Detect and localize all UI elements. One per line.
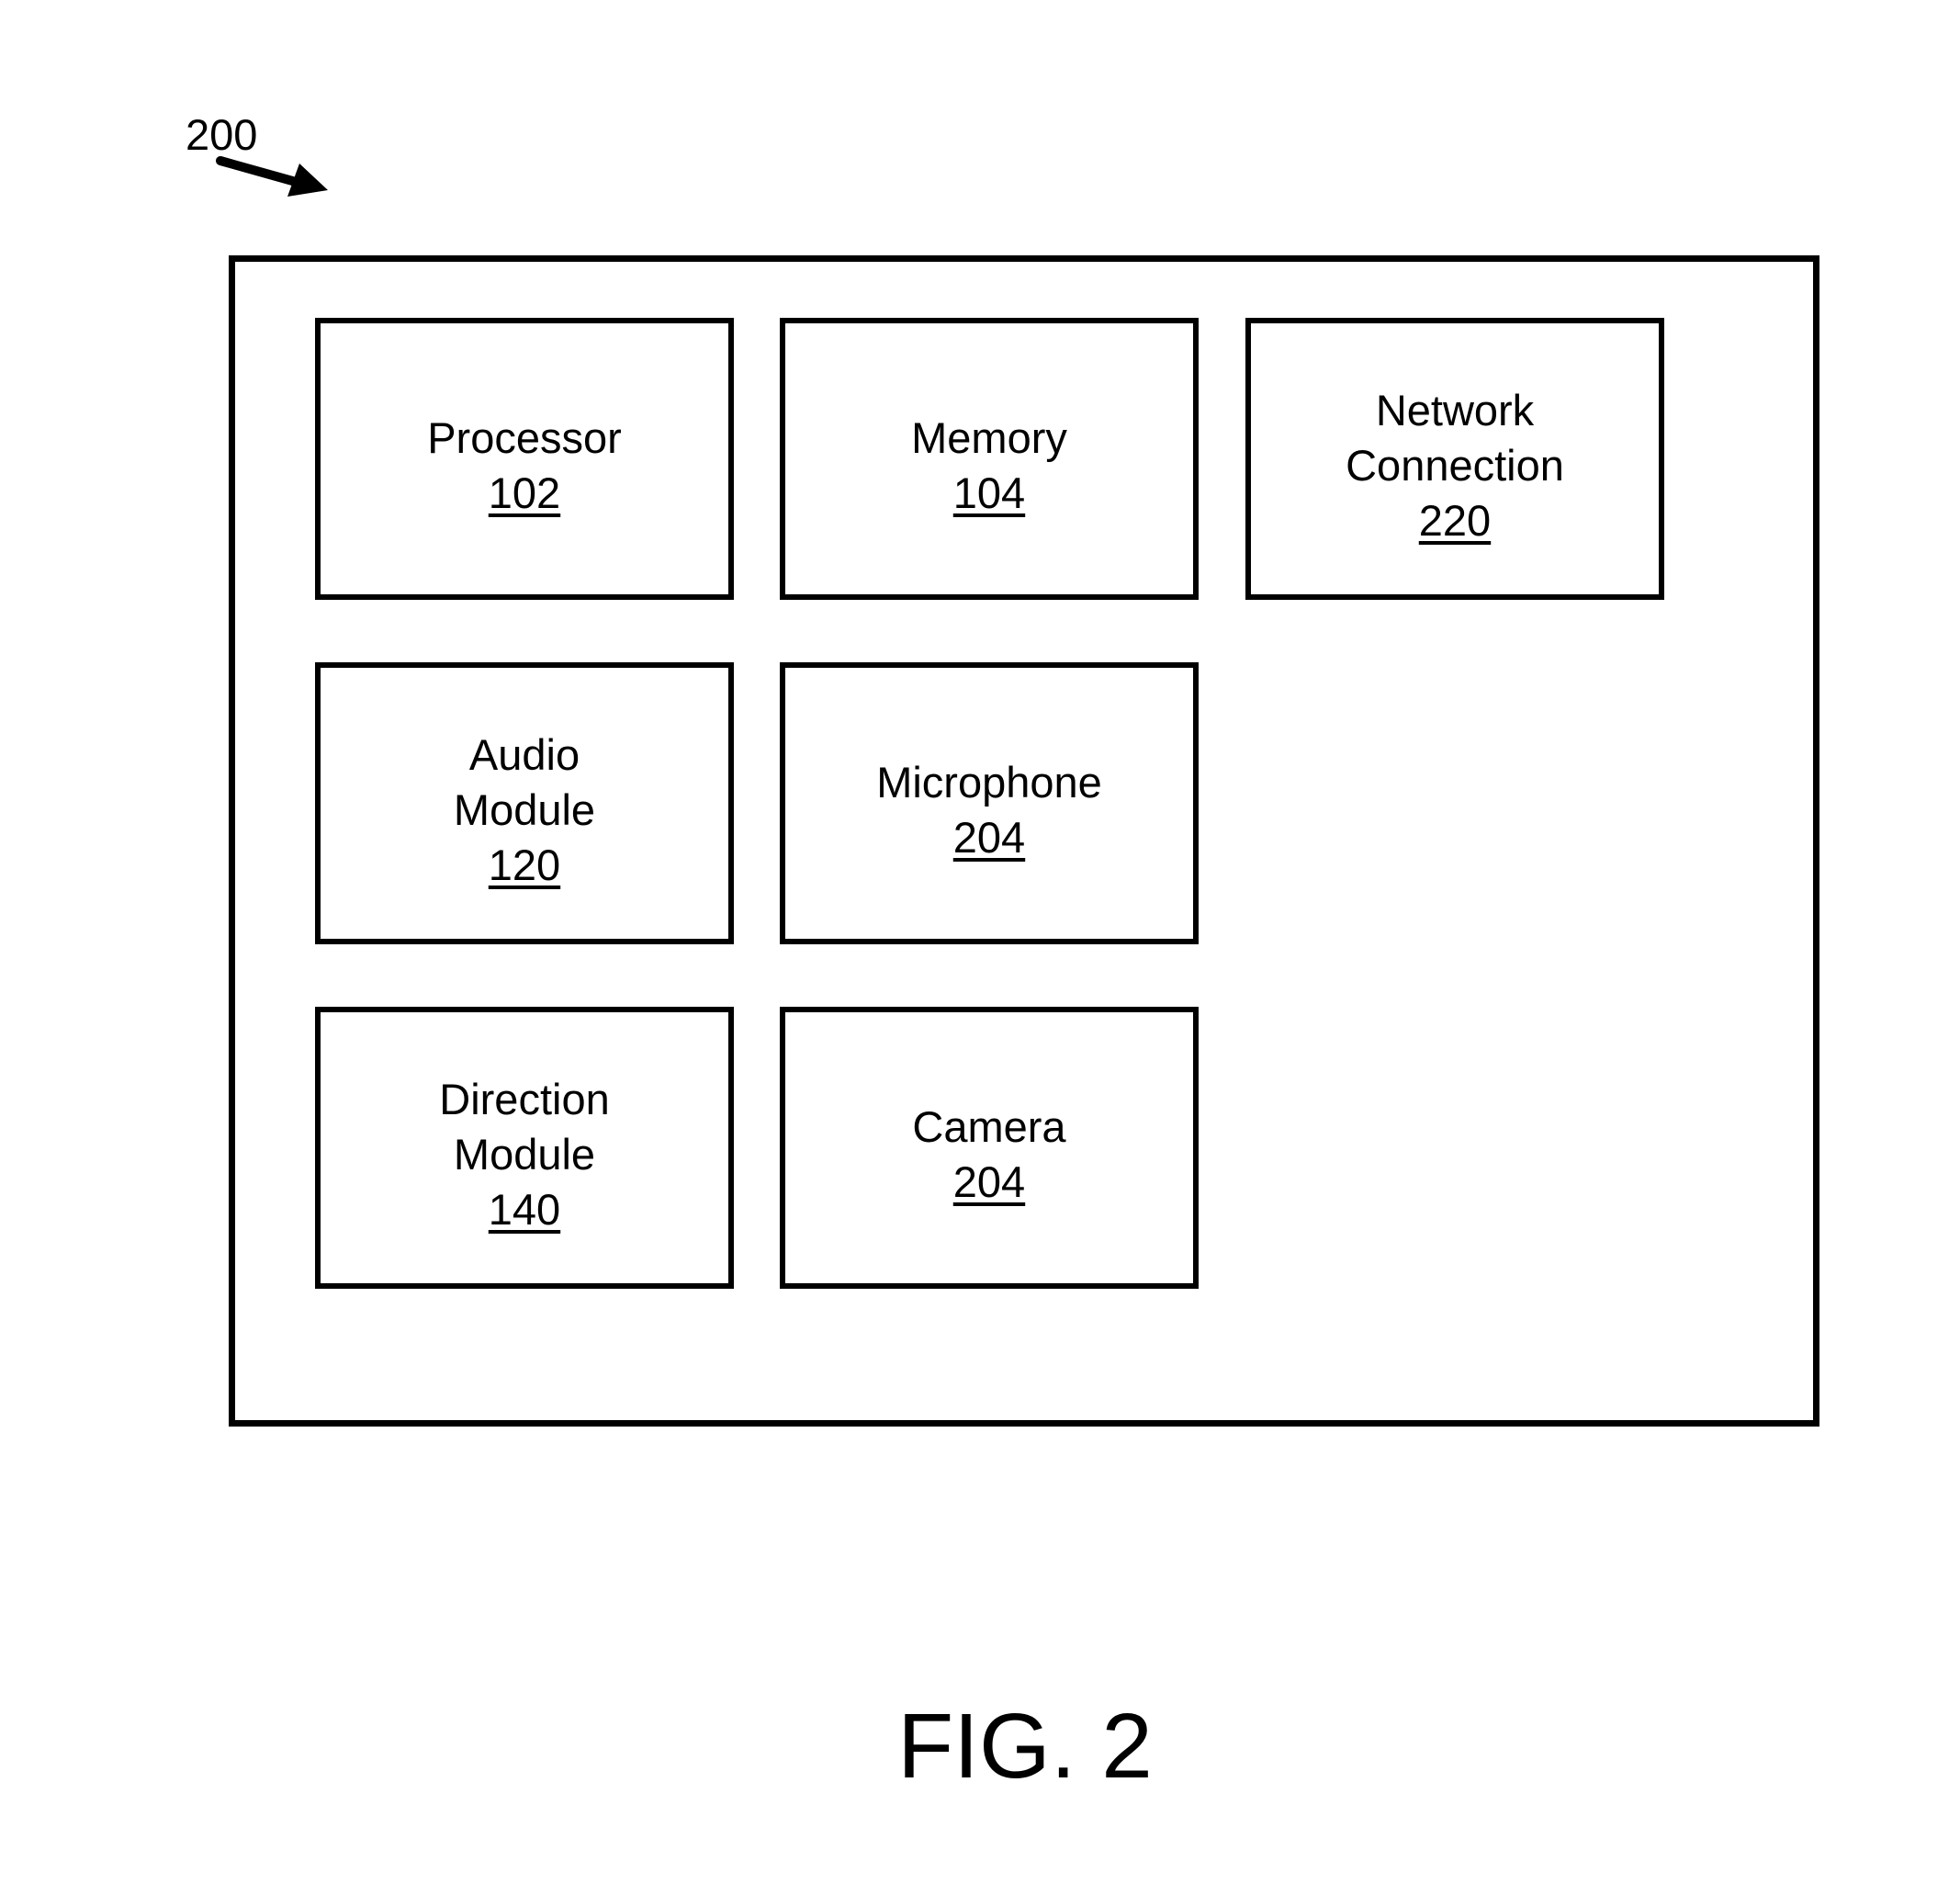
memory-block: Memory 104: [780, 318, 1199, 600]
block-reference-number: 120: [488, 840, 561, 889]
block-label: Module: [453, 784, 596, 834]
block-reference-number: 140: [488, 1184, 561, 1234]
figure-caption: FIG. 2: [897, 1695, 1153, 1798]
microphone-block: Microphone 204: [780, 662, 1199, 944]
block-label: Camera: [912, 1101, 1066, 1151]
block-label: Audio: [468, 729, 580, 779]
block-label: Microphone: [876, 757, 1102, 807]
block-reference-number: 204: [952, 1156, 1026, 1206]
block-reference-number: 204: [952, 812, 1026, 862]
block-label: Memory: [911, 412, 1067, 462]
audio-module-block: Audio Module 120: [315, 662, 734, 944]
processor-block: Processor 102: [315, 318, 734, 600]
reference-arrow-icon: [216, 156, 328, 197]
block-label: Connection: [1346, 440, 1564, 490]
block-label: Network: [1375, 385, 1535, 434]
block-label: Module: [453, 1129, 596, 1179]
block-reference-number: 102: [488, 468, 561, 517]
block-label: Direction: [439, 1074, 610, 1123]
direction-module-block: Direction Module 140: [315, 1007, 734, 1289]
block-reference-number: 104: [952, 468, 1026, 517]
block-reference-number: 220: [1418, 495, 1492, 545]
camera-block: Camera 204: [780, 1007, 1199, 1289]
block-label: Processor: [427, 412, 622, 462]
network-connection-block: Network Connection 220: [1245, 318, 1664, 600]
